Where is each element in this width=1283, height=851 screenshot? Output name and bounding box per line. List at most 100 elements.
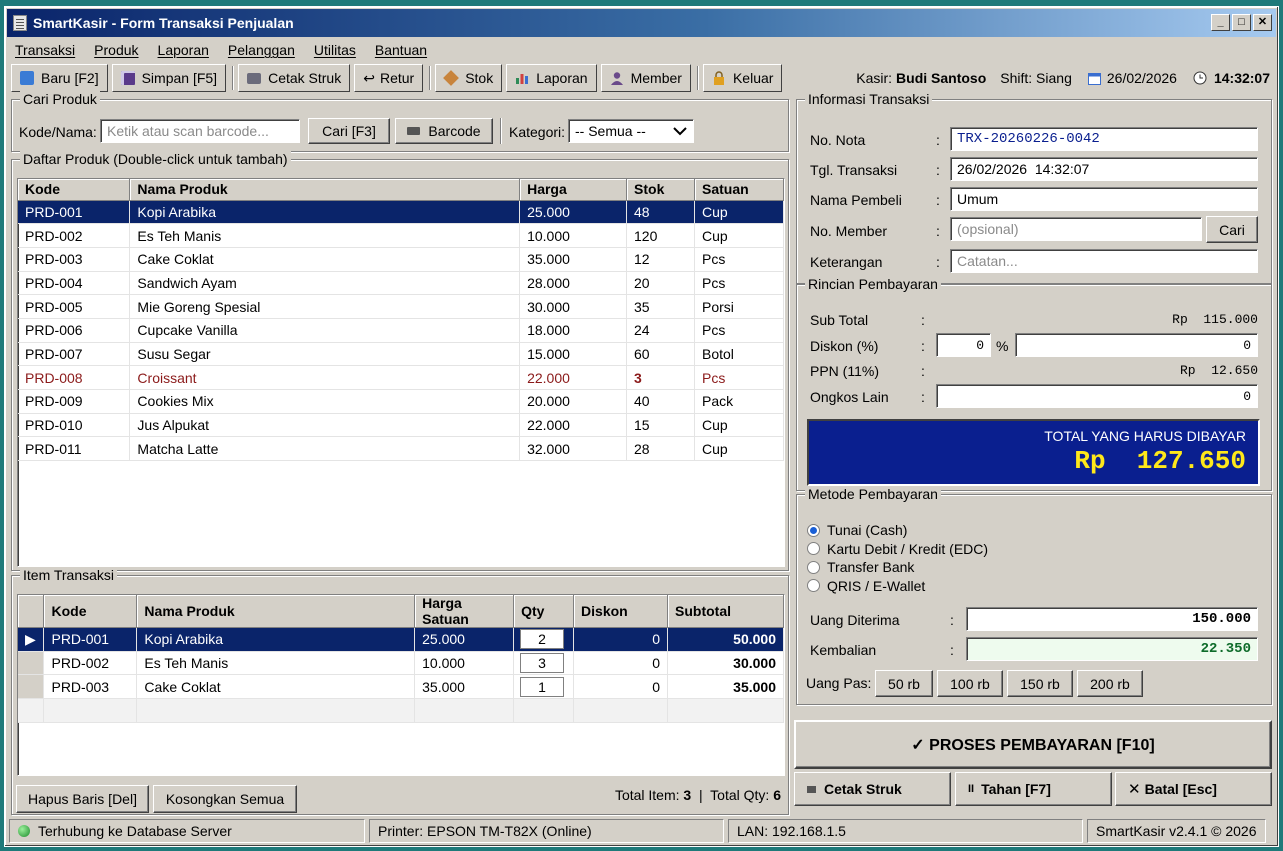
- product-row[interactable]: PRD-006 Cupcake Vanilla 18.000 24 Pcs: [18, 318, 784, 343]
- qty-input[interactable]: 2: [520, 629, 565, 650]
- barcode-button[interactable]: Barcode: [395, 118, 493, 144]
- delete-row-button[interactable]: Hapus Baris [Del]: [16, 785, 149, 813]
- member-search-button[interactable]: Cari: [1206, 216, 1258, 243]
- item-row[interactable]: PRD-003 Cake Coklat 35.000 1 0 35.000: [18, 674, 784, 700]
- item-col-header[interactable]: Nama Produk: [136, 595, 416, 628]
- product-col-header[interactable]: Satuan: [694, 179, 784, 201]
- new-button[interactable]: Baru [F2]: [11, 64, 108, 92]
- stock-button[interactable]: Stok: [435, 64, 503, 92]
- product-row[interactable]: PRD-007 Susu Segar 15.000 60 Botol: [18, 342, 784, 367]
- note-field[interactable]: Catatan...: [950, 249, 1258, 273]
- clear-all-button[interactable]: Kosongkan Semua: [153, 785, 297, 813]
- print-receipt-button[interactable]: Cetak Struk: [238, 64, 351, 92]
- product-cell: Cookies Mix: [129, 389, 521, 414]
- product-row[interactable]: PRD-005 Mie Goreng Spesial 30.000 35 Porsi: [18, 294, 784, 319]
- item-col-header[interactable]: Harga Satuan: [414, 595, 515, 628]
- item-cell: 10.000: [414, 651, 515, 676]
- product-cell: PRD-005: [18, 294, 131, 319]
- radio-card[interactable]: Kartu Debit / Kredit (EDC): [807, 540, 988, 559]
- qty-input[interactable]: 1: [520, 676, 565, 697]
- product-cell: PRD-003: [18, 247, 131, 272]
- member-button[interactable]: Member: [600, 64, 691, 92]
- product-col-header[interactable]: Kode: [18, 179, 131, 201]
- product-cell: 18.000: [519, 318, 628, 343]
- cash-received-field[interactable]: 150.000: [966, 607, 1258, 631]
- radio-qris[interactable]: QRIS / E-Wallet: [807, 577, 988, 596]
- hold-button[interactable]: II Tahan [F7]: [955, 772, 1112, 806]
- buyer-name-field[interactable]: Umum: [950, 187, 1258, 211]
- search-button[interactable]: Cari [F3]: [308, 118, 390, 144]
- quick-cash-50k[interactable]: 50 rb: [875, 670, 933, 697]
- close-button[interactable]: ✕: [1253, 14, 1272, 31]
- product-row[interactable]: PRD-001 Kopi Arabika 25.000 48 Cup: [18, 200, 784, 225]
- return-button[interactable]: ↩ Retur: [354, 64, 424, 92]
- discount-amount-field[interactable]: 0: [1015, 333, 1258, 357]
- pause-icon: II: [968, 783, 975, 795]
- item-row[interactable]: PRD-002 Es Teh Manis 10.000 3 0 30.000: [18, 651, 784, 676]
- product-col-header[interactable]: Nama Produk: [129, 179, 521, 201]
- menu-transaksi[interactable]: Transaksi: [15, 42, 75, 58]
- product-cell: 15: [626, 413, 695, 438]
- transaction-date-field[interactable]: 26/02/2026 14:32:07: [950, 157, 1258, 181]
- product-cell: 24: [626, 318, 695, 343]
- qty-input[interactable]: 3: [520, 653, 565, 674]
- menu-bar: Transaksi Produk Laporan Pelanggan Utili…: [7, 39, 1276, 61]
- report-button[interactable]: Laporan: [506, 64, 597, 92]
- product-cell: PRD-004: [18, 271, 131, 296]
- product-row[interactable]: PRD-008 Croissant 22.000 3 Pcs: [18, 365, 784, 390]
- product-col-header[interactable]: Harga: [519, 179, 628, 201]
- search-input[interactable]: Ketik atau scan barcode...: [100, 119, 300, 143]
- product-cell: 30.000: [519, 294, 628, 319]
- print-receipt-action-button[interactable]: Cetak Struk: [794, 772, 951, 806]
- minimize-button[interactable]: _: [1211, 14, 1230, 31]
- product-row[interactable]: PRD-011 Matcha Latte 32.000 28 Cup: [18, 436, 784, 462]
- maximize-button[interactable]: □: [1232, 14, 1251, 31]
- product-row[interactable]: PRD-002 Es Teh Manis 10.000 120 Cup: [18, 223, 784, 248]
- menu-pelanggan[interactable]: Pelanggan: [228, 42, 295, 58]
- invoice-number-field[interactable]: TRX-20260226-0042: [950, 127, 1258, 151]
- exit-button[interactable]: Keluar: [702, 64, 783, 92]
- product-cell: Pcs: [694, 247, 784, 272]
- item-col-header[interactable]: Kode: [43, 595, 138, 628]
- product-cell: 120: [626, 223, 695, 248]
- total-amount: Rp 127.650: [1074, 446, 1246, 476]
- product-cell: Pcs: [694, 271, 784, 296]
- menu-produk[interactable]: Produk: [94, 42, 138, 58]
- product-row[interactable]: PRD-009 Cookies Mix 20.000 40 Pack: [18, 389, 784, 414]
- product-cell: 20: [626, 271, 695, 296]
- save-button[interactable]: Simpan [F5]: [111, 64, 227, 92]
- product-cell: 12: [626, 247, 695, 272]
- other-fee-field[interactable]: 0: [936, 384, 1258, 408]
- radio-transfer[interactable]: Transfer Bank: [807, 558, 988, 577]
- product-cell: 3: [626, 365, 695, 390]
- product-cell: Es Teh Manis: [129, 223, 521, 248]
- quick-cash-100k[interactable]: 100 rb: [937, 670, 1003, 697]
- session-info: Kasir: Budi Santoso Shift: Siang 26/02/2…: [856, 70, 1270, 86]
- product-cell: PRD-001: [18, 200, 131, 225]
- printer-icon: [807, 785, 816, 793]
- menu-bantuan[interactable]: Bantuan: [375, 42, 427, 58]
- menu-utilitas[interactable]: Utilitas: [314, 42, 356, 58]
- items-table: Kode Nama Produk Harga Satuan Qty Diskon Subt…: [17, 594, 785, 776]
- product-cell: 35: [626, 294, 695, 319]
- cancel-button[interactable]: ✕ Batal [Esc]: [1115, 772, 1272, 806]
- item-col-header[interactable]: Qty: [513, 595, 575, 628]
- process-payment-button[interactable]: ✓ PROSES PEMBAYARAN [F10]: [794, 720, 1272, 769]
- product-cell: 40: [626, 389, 695, 414]
- item-col-header[interactable]: Subtotal: [667, 595, 784, 628]
- discount-percent-field[interactable]: 0: [936, 333, 991, 357]
- radio-cash[interactable]: Tunai (Cash): [807, 521, 988, 540]
- member-number-field[interactable]: (opsional): [950, 217, 1202, 241]
- quick-cash-150k[interactable]: 150 rb: [1007, 670, 1073, 697]
- item-row[interactable]: ▶ PRD-001 Kopi Arabika 25.000 2 0 50.000: [18, 627, 784, 652]
- product-row[interactable]: PRD-003 Cake Coklat 35.000 12 Pcs: [18, 247, 784, 272]
- product-row[interactable]: PRD-004 Sandwich Ayam 28.000 20 Pcs: [18, 271, 784, 296]
- category-select[interactable]: -- Semua --: [568, 119, 694, 143]
- box-icon: [443, 70, 460, 86]
- item-col-header[interactable]: Diskon: [573, 595, 668, 628]
- product-row[interactable]: PRD-010 Jus Alpukat 22.000 15 Cup: [18, 413, 784, 438]
- product-col-header[interactable]: Stok: [626, 179, 695, 201]
- menu-laporan[interactable]: Laporan: [158, 42, 209, 58]
- quick-cash-200k[interactable]: 200 rb: [1077, 670, 1143, 697]
- title-bar[interactable]: SmartKasir - Form Transaksi Penjualan _ …: [7, 9, 1276, 37]
